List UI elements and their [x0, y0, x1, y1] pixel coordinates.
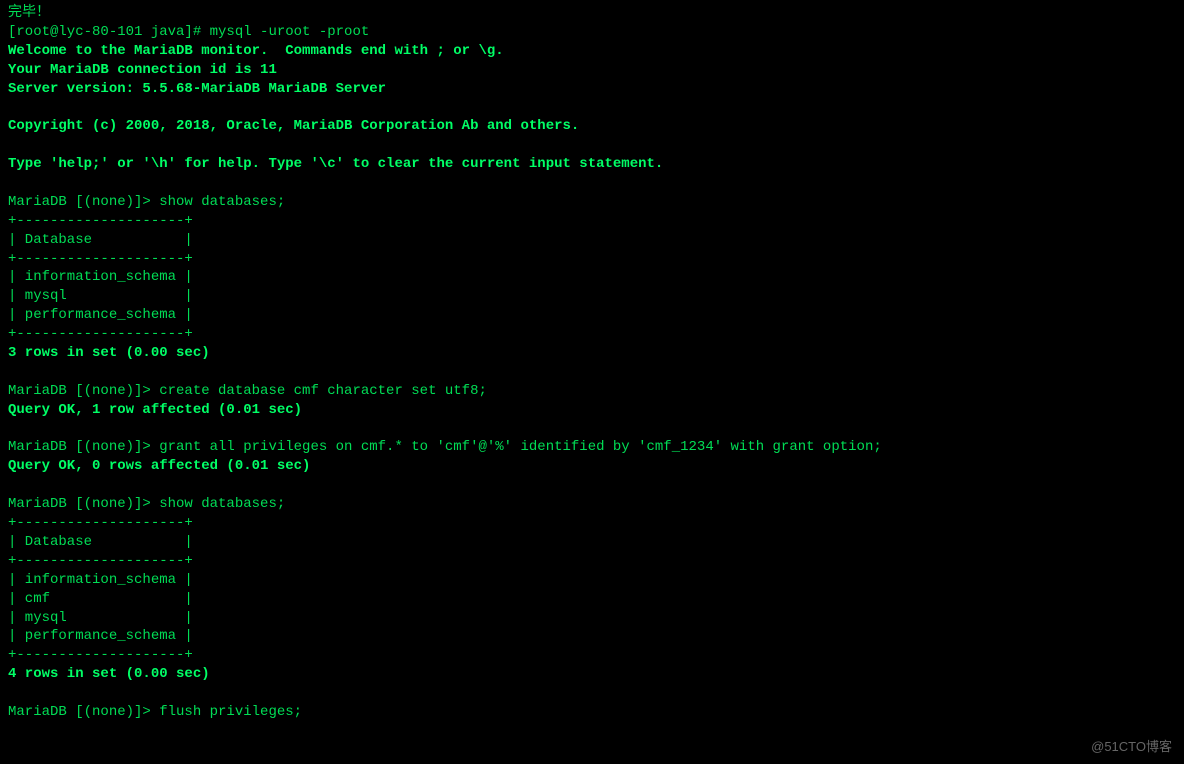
terminal-line: Your MariaDB connection id is 11 — [8, 61, 1176, 80]
terminal-line: Query OK, 0 rows affected (0.01 sec) — [8, 457, 1176, 476]
terminal-line: [root@lyc-80-101 java]# mysql -uroot -pr… — [8, 23, 1176, 42]
terminal-line: +--------------------+ — [8, 646, 1176, 665]
terminal-line: | Database | — [8, 533, 1176, 552]
terminal-line: | information_schema | — [8, 571, 1176, 590]
terminal-line — [8, 476, 1176, 495]
terminal-line: | Database | — [8, 231, 1176, 250]
terminal-line: Query OK, 1 row affected (0.01 sec) — [8, 401, 1176, 420]
terminal-line: +--------------------+ — [8, 552, 1176, 571]
terminal-line: Welcome to the MariaDB monitor. Commands… — [8, 42, 1176, 61]
terminal-line: | information_schema | — [8, 268, 1176, 287]
terminal-line: MariaDB [(none)]> grant all privileges o… — [8, 438, 1176, 457]
terminal-line — [8, 136, 1176, 155]
terminal-output[interactable]: 完毕！[root@lyc-80-101 java]# mysql -uroot … — [8, 4, 1176, 722]
terminal-line: | cmf | — [8, 590, 1176, 609]
terminal-line: MariaDB [(none)]> show databases; — [8, 495, 1176, 514]
terminal-line: Server version: 5.5.68-MariaDB MariaDB S… — [8, 80, 1176, 99]
terminal-line: MariaDB [(none)]> flush privileges; — [8, 703, 1176, 722]
terminal-line: +--------------------+ — [8, 514, 1176, 533]
terminal-line — [8, 684, 1176, 703]
terminal-line: +--------------------+ — [8, 250, 1176, 269]
terminal-line: 3 rows in set (0.00 sec) — [8, 344, 1176, 363]
terminal-line: +--------------------+ — [8, 212, 1176, 231]
terminal-line — [8, 363, 1176, 382]
terminal-line: MariaDB [(none)]> create database cmf ch… — [8, 382, 1176, 401]
terminal-line — [8, 98, 1176, 117]
terminal-line: +--------------------+ — [8, 325, 1176, 344]
terminal-line: 4 rows in set (0.00 sec) — [8, 665, 1176, 684]
terminal-line: | performance_schema | — [8, 627, 1176, 646]
terminal-line: | mysql | — [8, 287, 1176, 306]
terminal-line: Type 'help;' or '\h' for help. Type '\c'… — [8, 155, 1176, 174]
terminal-line: MariaDB [(none)]> show databases; — [8, 193, 1176, 212]
terminal-line — [8, 174, 1176, 193]
terminal-line: | performance_schema | — [8, 306, 1176, 325]
terminal-line — [8, 420, 1176, 439]
terminal-line: 完毕！ — [8, 4, 1176, 23]
terminal-line: | mysql | — [8, 609, 1176, 628]
watermark: @51CTO博客 — [1091, 738, 1172, 756]
terminal-line: Copyright (c) 2000, 2018, Oracle, MariaD… — [8, 117, 1176, 136]
